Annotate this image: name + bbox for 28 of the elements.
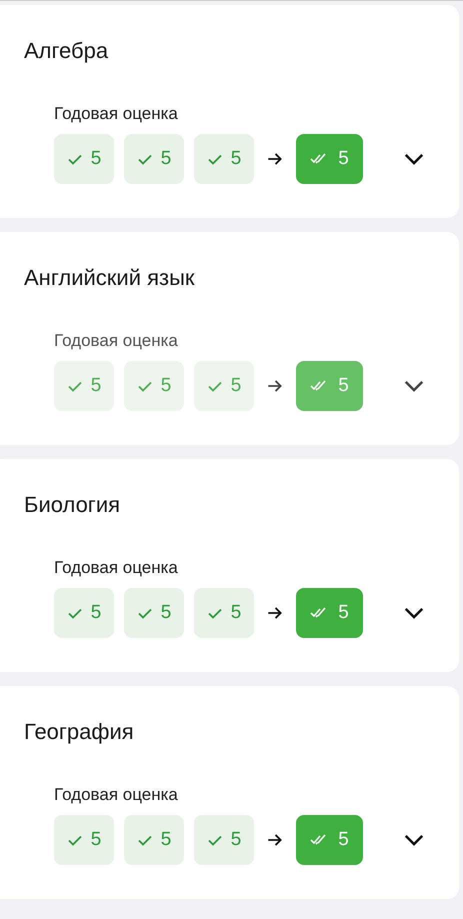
final-grade-chip: 5 (296, 361, 363, 411)
double-check-icon (310, 833, 328, 847)
grade-label: Годовая оценка (54, 331, 179, 351)
double-check-icon (310, 606, 328, 620)
grade-label: Годовая оценка (54, 558, 179, 578)
grade-chip: 5 (194, 588, 254, 638)
grade-chip: 5 (54, 815, 114, 865)
subject-title: Биология (24, 492, 122, 518)
grade-chip: 5 (124, 815, 184, 865)
subject-title: Английский язык (24, 265, 196, 291)
grade-chip: 5 (54, 361, 114, 411)
grade-label: Годовая оценка (54, 104, 179, 124)
subject-title: Алгебра (24, 38, 110, 64)
final-grade-chip: 5 (296, 815, 363, 865)
grade-chip: 5 (194, 134, 254, 184)
grade-chip: 5 (194, 815, 254, 865)
grade-chip: 5 (54, 134, 114, 184)
grade-chip: 5 (194, 361, 254, 411)
double-check-icon (310, 152, 328, 166)
double-check-icon (310, 379, 328, 393)
subject-title: География (24, 719, 135, 745)
grade-label: Годовая оценка (54, 785, 179, 805)
grade-chip: 5 (124, 134, 184, 184)
grade-chip: 5 (54, 588, 114, 638)
final-grade-chip: 5 (296, 588, 363, 638)
grade-chip: 5 (124, 361, 184, 411)
final-grade-chip: 5 (296, 134, 363, 184)
grade-chip: 5 (124, 588, 184, 638)
